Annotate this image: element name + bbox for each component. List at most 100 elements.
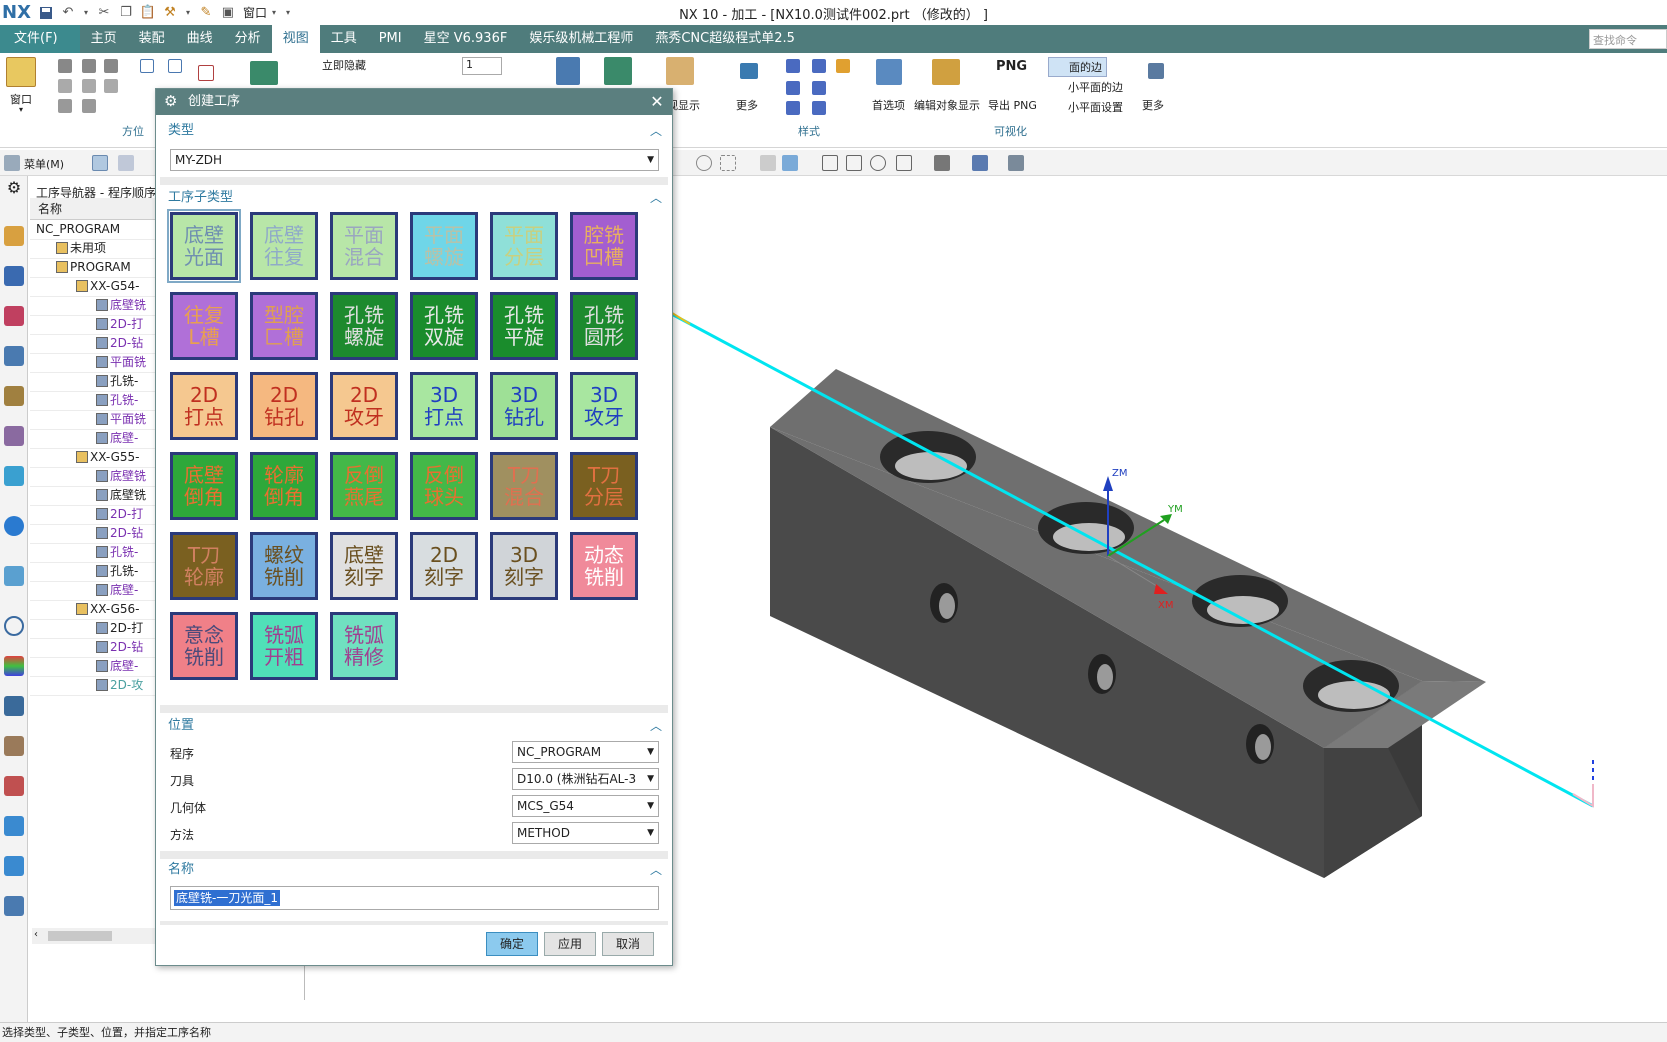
copy-icon[interactable]: ❐ bbox=[118, 5, 134, 21]
close-icon[interactable]: ✕ bbox=[648, 93, 666, 111]
cancel-button[interactable]: 取消 bbox=[602, 932, 654, 956]
style-studio-icon[interactable] bbox=[786, 101, 800, 115]
chevron-up-icon[interactable]: ︿ bbox=[650, 120, 662, 142]
subtype-tile-27[interactable]: 2D 刻字 bbox=[410, 532, 478, 600]
menu-icon[interactable] bbox=[4, 155, 20, 171]
manufacturing-wizard-icon[interactable] bbox=[4, 736, 24, 756]
apply-button[interactable]: 应用 bbox=[544, 932, 596, 956]
history-icon[interactable] bbox=[4, 616, 24, 636]
view-shade-icon[interactable] bbox=[760, 155, 776, 171]
dropdown-arrow-icon[interactable]: ▾ bbox=[16, 105, 26, 114]
file-menu[interactable]: 文件(F) bbox=[0, 25, 80, 53]
folder-icon-2[interactable] bbox=[4, 856, 24, 876]
tool-select[interactable]: D10.0 (株洲钻石AL-3 ▼ bbox=[512, 768, 659, 790]
subtype-section-header[interactable]: 工序子类型 ︿ bbox=[162, 187, 666, 209]
paste-icon[interactable]: 📋 bbox=[140, 5, 156, 21]
view-right-icon[interactable] bbox=[104, 59, 118, 73]
dialog-title-bar[interactable]: 创建工序 bbox=[156, 89, 672, 115]
subtype-tile-28[interactable]: 3D 刻字 bbox=[490, 532, 558, 600]
repeat-command-icon[interactable]: ⚒ bbox=[162, 5, 178, 21]
view-top-icon[interactable] bbox=[58, 59, 72, 73]
menu-tab-9[interactable]: 燕秀CNC超级程式单2.5 bbox=[644, 25, 806, 53]
zoom-icon[interactable] bbox=[822, 155, 838, 171]
dialog-settings-icon[interactable]: ⚙ bbox=[164, 94, 177, 109]
menu-tab-8[interactable]: 娱乐级机械工程师 bbox=[518, 25, 644, 53]
subtype-tile-1[interactable]: 底壁 往复 bbox=[250, 212, 318, 280]
subtype-tile-32[interactable]: 铣弧 精修 bbox=[330, 612, 398, 680]
dropdown-arrow-icon[interactable]: ▾ bbox=[270, 5, 278, 21]
subtype-tile-16[interactable]: 3D 钻孔 bbox=[490, 372, 558, 440]
more-button-2[interactable]: 更多 bbox=[1142, 97, 1164, 113]
more-icon[interactable] bbox=[740, 63, 758, 79]
subtype-tile-26[interactable]: 底壁 刻字 bbox=[330, 532, 398, 600]
style-face-icon[interactable] bbox=[812, 101, 826, 115]
subtype-tile-31[interactable]: 铣弧 开粗 bbox=[250, 612, 318, 680]
menu-button[interactable]: 菜单(M) bbox=[24, 156, 64, 172]
subtype-tile-0[interactable]: 底壁 光面 bbox=[167, 209, 241, 283]
settings-icon[interactable]: ⚙ bbox=[4, 178, 24, 198]
subtype-tile-29[interactable]: 动态 铣削 bbox=[570, 532, 638, 600]
hd3d-icon[interactable] bbox=[4, 516, 24, 536]
view-bottom-icon[interactable] bbox=[58, 99, 72, 113]
subtype-tile-14[interactable]: 2D 攻牙 bbox=[330, 372, 398, 440]
pan-icon[interactable] bbox=[846, 155, 862, 171]
subtype-tile-12[interactable]: 2D 打点 bbox=[170, 372, 238, 440]
clip-view-icon[interactable] bbox=[604, 57, 632, 85]
subtype-tile-9[interactable]: 孔铣 双旋 bbox=[410, 292, 478, 360]
subtype-tile-25[interactable]: 螺纹 铣削 bbox=[250, 532, 318, 600]
subtype-tile-15[interactable]: 3D 打点 bbox=[410, 372, 478, 440]
see-through-icon[interactable] bbox=[666, 57, 694, 85]
ok-button[interactable]: 确定 bbox=[486, 932, 538, 956]
command-search-input[interactable]: 查找命令 bbox=[1589, 29, 1667, 49]
view-left-icon[interactable] bbox=[82, 79, 96, 93]
style-wire-icon[interactable] bbox=[812, 59, 826, 73]
web-browser-icon[interactable] bbox=[4, 566, 24, 586]
subtype-tile-24[interactable]: T刀 轮廓 bbox=[170, 532, 238, 600]
dynamic-section-icon[interactable] bbox=[1008, 155, 1024, 171]
roles-icon[interactable] bbox=[4, 776, 24, 796]
view-grid-icon[interactable] bbox=[168, 59, 182, 73]
menu-tab-6[interactable]: PMI bbox=[368, 25, 413, 53]
menu-tab-7[interactable]: 星空 V6.936F bbox=[413, 25, 519, 53]
shaded-icon[interactable] bbox=[972, 155, 988, 171]
subtype-tile-8[interactable]: 孔铣 螺旋 bbox=[330, 292, 398, 360]
view-back-icon[interactable] bbox=[104, 79, 118, 93]
style-edges-icon[interactable] bbox=[812, 81, 826, 95]
method-select[interactable]: METHOD ▼ bbox=[512, 822, 659, 844]
subtype-tile-7[interactable]: 型腔 匚槽 bbox=[250, 292, 318, 360]
chevron-up-icon[interactable]: ︿ bbox=[650, 715, 662, 737]
orient-icon[interactable] bbox=[896, 155, 912, 171]
location-section-header[interactable]: 位置 ︿ bbox=[162, 715, 666, 737]
style-shaded-icon[interactable] bbox=[786, 59, 800, 73]
more-button[interactable]: 更多 bbox=[736, 97, 758, 113]
menu-tab-0[interactable]: 主页 bbox=[80, 25, 128, 53]
preferences-icon[interactable] bbox=[876, 59, 902, 85]
program-select[interactable]: NC_PROGRAM ▼ bbox=[512, 741, 659, 763]
filter-icon[interactable] bbox=[92, 155, 108, 171]
subtype-tile-10[interactable]: 孔铣 平旋 bbox=[490, 292, 558, 360]
assembly-navigator-icon[interactable] bbox=[4, 226, 24, 246]
window-icon[interactable] bbox=[6, 57, 36, 87]
scroll-left-arrow[interactable]: ‹ bbox=[34, 929, 38, 940]
chevron-up-icon[interactable]: ︿ bbox=[650, 859, 662, 881]
csys-icon[interactable] bbox=[198, 65, 214, 81]
view-trimetric-icon[interactable] bbox=[82, 99, 96, 113]
subtype-tile-13[interactable]: 2D 钻孔 bbox=[250, 372, 318, 440]
subtype-tile-22[interactable]: T刀 混合 bbox=[490, 452, 558, 520]
reuse-library-icon[interactable] bbox=[4, 466, 24, 486]
menu-tab-5[interactable]: 工具 bbox=[320, 25, 368, 53]
edit-display-icon[interactable] bbox=[932, 59, 960, 85]
customize-arrow-icon[interactable]: ▾ bbox=[284, 5, 292, 21]
menu-tab-4[interactable]: 视图 bbox=[271, 25, 320, 53]
layer-select[interactable]: 1 bbox=[462, 57, 502, 75]
preferences-button[interactable]: 首选项 bbox=[872, 97, 905, 113]
view-fit-icon[interactable] bbox=[140, 59, 154, 73]
section-view-icon[interactable] bbox=[556, 57, 580, 85]
display-mode-icon[interactable] bbox=[250, 61, 278, 85]
dropdown-arrow-icon[interactable]: ▾ bbox=[184, 5, 192, 21]
process-studio-icon[interactable] bbox=[4, 696, 24, 716]
chevron-up-icon[interactable]: ︿ bbox=[650, 187, 662, 209]
window-menu[interactable]: 窗口 bbox=[243, 4, 267, 21]
more-icon[interactable] bbox=[1148, 63, 1164, 79]
type-section-header[interactable]: 类型 ︿ bbox=[162, 120, 666, 142]
